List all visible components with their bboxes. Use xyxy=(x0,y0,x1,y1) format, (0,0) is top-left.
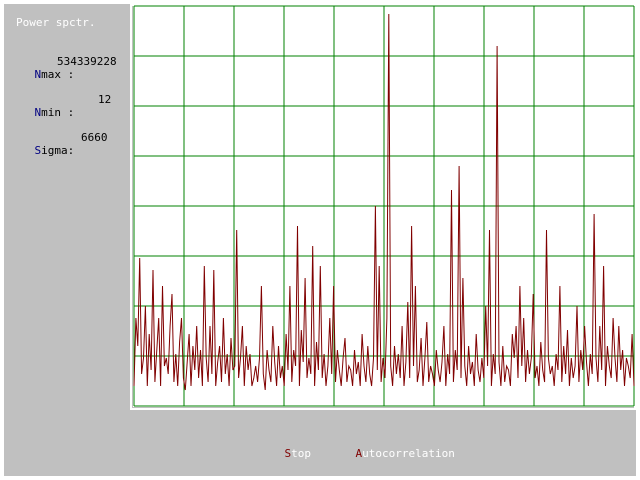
stat-nmax-label: max : xyxy=(41,68,75,81)
autocorrelation-button[interactable]: Autocorrelation xyxy=(329,434,455,473)
spectrum-plot xyxy=(130,4,636,410)
stop-button[interactable]: Stop xyxy=(258,434,312,473)
stat-sigma: Sigma: xyxy=(8,131,75,170)
spectrum-chart xyxy=(133,5,635,407)
stat-sigma-label: igma: xyxy=(41,144,75,157)
stat-nmin: Nmin : xyxy=(8,93,75,132)
stat-nmin-label: min : xyxy=(41,106,75,119)
stop-label: top xyxy=(291,447,311,460)
app-window: Power spctr. Nmax : 534339228 Nmin : 12 … xyxy=(0,0,640,480)
stat-sigma-value: 6660 xyxy=(81,131,108,144)
stat-nmax-value: 534339228 xyxy=(57,55,117,68)
sidebar-title: Power spctr. xyxy=(16,16,96,29)
stat-nmin-value: 12 xyxy=(98,93,112,106)
autocorrelation-label: utocorrelation xyxy=(362,447,455,460)
